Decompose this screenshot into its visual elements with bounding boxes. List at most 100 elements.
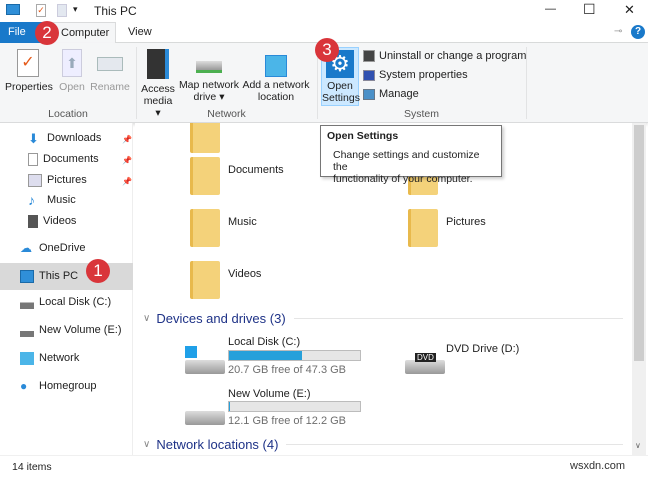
open-button[interactable]: ⬆ Open [56, 49, 88, 93]
group-label-network: Network [207, 108, 246, 120]
drive-icon [20, 323, 34, 337]
tab-view[interactable]: View [120, 22, 160, 43]
uninstall-icon [363, 50, 375, 62]
scrollbar-thumb[interactable] [634, 125, 644, 361]
pin-ribbon-icon[interactable]: ⊸ [614, 26, 622, 37]
music-folder-icon[interactable] [190, 209, 220, 247]
new-volume-free-space: 12.1 GB free of 12.2 GB [228, 415, 347, 427]
step-badge-2: 2 [35, 21, 59, 45]
access-media-icon [147, 49, 169, 79]
nav-item-pictures[interactable]: Pictures [28, 171, 87, 189]
step-badge-3: 3 [315, 38, 339, 62]
local-disk-icon [20, 295, 34, 309]
nav-item-this-pc[interactable]: This PC [20, 267, 78, 285]
folder-pictures[interactable]: Pictures [446, 216, 486, 228]
new-volume-drive-icon[interactable] [185, 411, 225, 425]
downloads-icon: ⬇ [28, 130, 39, 146]
open-settings-tooltip: Open Settings Change settings and custom… [320, 125, 502, 185]
tooltip-body-line2: functionality of your computer. [333, 173, 473, 185]
nav-item-videos[interactable]: Videos [28, 212, 76, 230]
tooltip-body-line1: Change settings and customize the [333, 149, 480, 173]
scroll-down-arrow-icon[interactable]: ∨ [635, 441, 641, 450]
videos-folder-icon[interactable] [190, 261, 220, 299]
usage-fill [229, 402, 231, 411]
title-bar: ✓ ▾ This PC — ☐ ✕ [0, 0, 648, 22]
open-icon: ⬆ [62, 49, 82, 77]
videos-icon [28, 214, 38, 228]
nav-item-new-volume[interactable]: New Volume (E:) [20, 321, 122, 339]
rename-icon [97, 57, 123, 71]
local-disk-free-space: 20.7 GB free of 47.3 GB [228, 364, 347, 376]
local-disk-usage-bar [228, 350, 361, 361]
properties-quick-icon[interactable]: ✓ [36, 4, 46, 17]
nav-item-music[interactable]: ♪ Music [28, 191, 76, 209]
step-badge-1: 1 [86, 259, 110, 283]
section-network-locations[interactable]: ∨ Network locations (4) [143, 437, 623, 452]
system-properties-icon [363, 69, 375, 81]
this-pc-icon [6, 4, 20, 15]
item-count: 14 items [12, 461, 52, 473]
navigation-pane: ⬇ Downloads 📌 Documents 📌 Pictures 📌 ♪ Mus… [0, 123, 133, 455]
nav-item-downloads[interactable]: ⬇ Downloads [28, 129, 101, 147]
manage-icon [363, 88, 375, 100]
map-network-drive-button[interactable]: Map network drive ▾ [178, 49, 240, 103]
network-drive-icon [196, 61, 222, 73]
documents-folder-icon[interactable] [190, 157, 220, 195]
section-devices-and-drives[interactable]: ∨ Devices and drives (3) [143, 311, 623, 326]
usage-fill [229, 351, 303, 360]
pictures-icon [28, 173, 42, 187]
pin-icon: 📌 [122, 135, 132, 144]
network-icon [20, 351, 34, 365]
nav-item-local-disk[interactable]: Local Disk (C:) [20, 293, 111, 311]
drive-new-volume-label[interactable]: New Volume (E:) [228, 388, 311, 400]
rename-button[interactable]: Rename [90, 49, 130, 93]
group-label-system: System [403, 108, 439, 120]
dvd-badge: DVD [415, 353, 436, 362]
windows-logo-icon [185, 346, 197, 358]
new-folder-quick-icon[interactable] [57, 4, 67, 17]
group-separator [526, 47, 527, 119]
window-title: This PC [94, 4, 137, 18]
properties-icon: ✓ [17, 49, 39, 77]
local-disk-drive-icon[interactable] [185, 360, 225, 374]
properties-button[interactable]: ✓ Properties [5, 49, 53, 93]
this-pc-icon [20, 269, 34, 283]
documents-icon [28, 152, 38, 166]
folder-videos[interactable]: Videos [228, 268, 261, 280]
drive-dvd-label[interactable]: DVD Drive (D:) [446, 343, 519, 355]
close-button[interactable]: ✕ [624, 2, 635, 18]
new-volume-usage-bar [228, 401, 361, 412]
desktop-folder-icon[interactable] [190, 123, 220, 153]
nav-item-homegroup[interactable]: ● Homegroup [20, 377, 96, 395]
folder-music[interactable]: Music [228, 216, 257, 228]
chevron-down-icon: ∨ [143, 439, 151, 450]
system-properties-button[interactable]: System properties [363, 69, 468, 81]
vertical-scrollbar[interactable]: ∨ [632, 123, 646, 455]
pictures-folder-icon[interactable] [408, 209, 438, 247]
onedrive-icon: ☁ [20, 240, 32, 255]
maximize-button[interactable]: ☐ [583, 1, 596, 18]
tooltip-title: Open Settings [327, 130, 399, 142]
minimize-button[interactable]: — [545, 3, 556, 15]
watermark: wsxdn.com [570, 460, 626, 472]
nav-item-onedrive[interactable]: ☁ OneDrive [20, 239, 85, 257]
music-icon: ♪ [28, 191, 35, 208]
homegroup-icon: ● [20, 378, 28, 393]
drive-local-disk-label[interactable]: Local Disk (C:) [228, 336, 300, 348]
nav-item-network[interactable]: Network [20, 349, 79, 367]
nav-item-documents[interactable]: Documents [28, 150, 99, 168]
tab-computer[interactable]: Computer [52, 22, 116, 43]
group-label-location: Location [48, 108, 88, 120]
folder-documents[interactable]: Documents [228, 164, 284, 176]
dvd-drive-icon[interactable] [405, 360, 445, 374]
network-location-icon [265, 55, 287, 77]
customize-toolbar-icon[interactable]: ▾ [73, 4, 78, 15]
help-icon[interactable]: ? [631, 25, 645, 39]
uninstall-program-button[interactable]: Uninstall or change a program [363, 50, 526, 62]
chevron-down-icon: ∨ [143, 313, 151, 324]
status-bar: 14 items wsxdn.com [0, 455, 648, 477]
pin-icon: 📌 [122, 177, 132, 186]
pin-icon: 📌 [122, 156, 132, 165]
manage-button[interactable]: Manage [363, 88, 419, 100]
add-network-location-button[interactable]: Add a network location [241, 49, 311, 103]
